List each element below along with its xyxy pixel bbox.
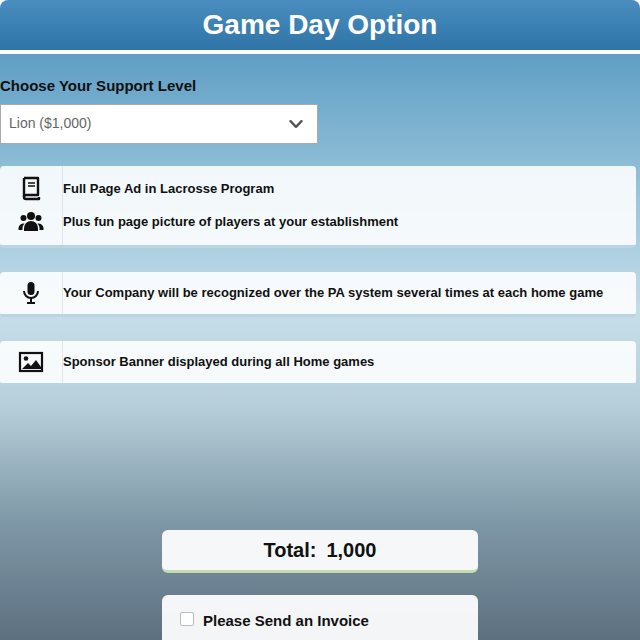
benefit-row: Full Page Ad in Lacrosse Program Plus fun… [0, 166, 636, 248]
support-level-select[interactable]: Lion ($1,000) [0, 104, 318, 144]
chevron-down-icon [287, 115, 305, 133]
invoice-label: Please Send an Invoice [203, 610, 369, 633]
benefit-line: Sponsor Banner displayed during all Home… [63, 352, 630, 372]
benefit-line: Full Page Ad in Lacrosse Program [63, 179, 630, 199]
book-icon [18, 175, 44, 201]
benefit-text: Sponsor Banner displayed during all Home… [63, 341, 636, 383]
invoice-option[interactable]: Please Send an Invoice [162, 595, 478, 640]
background-photo: Choose Your Support Level Lion ($1,000) Fu… [0, 54, 640, 640]
picture-icon [18, 349, 44, 375]
total-amount: 1,000 [326, 535, 376, 565]
benefit-row: Your Company will be recognized over the… [0, 272, 636, 317]
support-level-value: Lion ($1,000) [9, 113, 92, 134]
summary-area: Total: 1,000 Please Send an Invoice [0, 530, 640, 640]
microphone-icon [18, 280, 44, 306]
page-title: Game Day Option [0, 0, 640, 54]
benefit-line: Your Company will be recognized over the… [63, 283, 630, 303]
benefit-icon-cell [0, 166, 63, 245]
total-box: Total: 1,000 [162, 530, 478, 573]
support-level-label: Choose Your Support Level [0, 75, 640, 98]
sponsor-page: Game Day OptionChoose Your Support Level… [0, 0, 640, 640]
invoice-checkbox[interactable] [180, 612, 194, 626]
benefit-list: Full Page Ad in Lacrosse Program Plus fun… [0, 166, 636, 386]
benefit-line: Plus fun page picture of players at your… [63, 212, 630, 232]
people-icon [18, 209, 44, 235]
benefit-text: Full Page Ad in Lacrosse Program Plus fun… [63, 166, 636, 245]
benefit-text: Your Company will be recognized over the… [63, 272, 636, 314]
benefit-icon-cell [0, 341, 63, 383]
benefit-row: Sponsor Banner displayed during all Home… [0, 341, 636, 386]
total-label: Total: [263, 535, 316, 565]
benefit-icon-cell [0, 272, 63, 314]
